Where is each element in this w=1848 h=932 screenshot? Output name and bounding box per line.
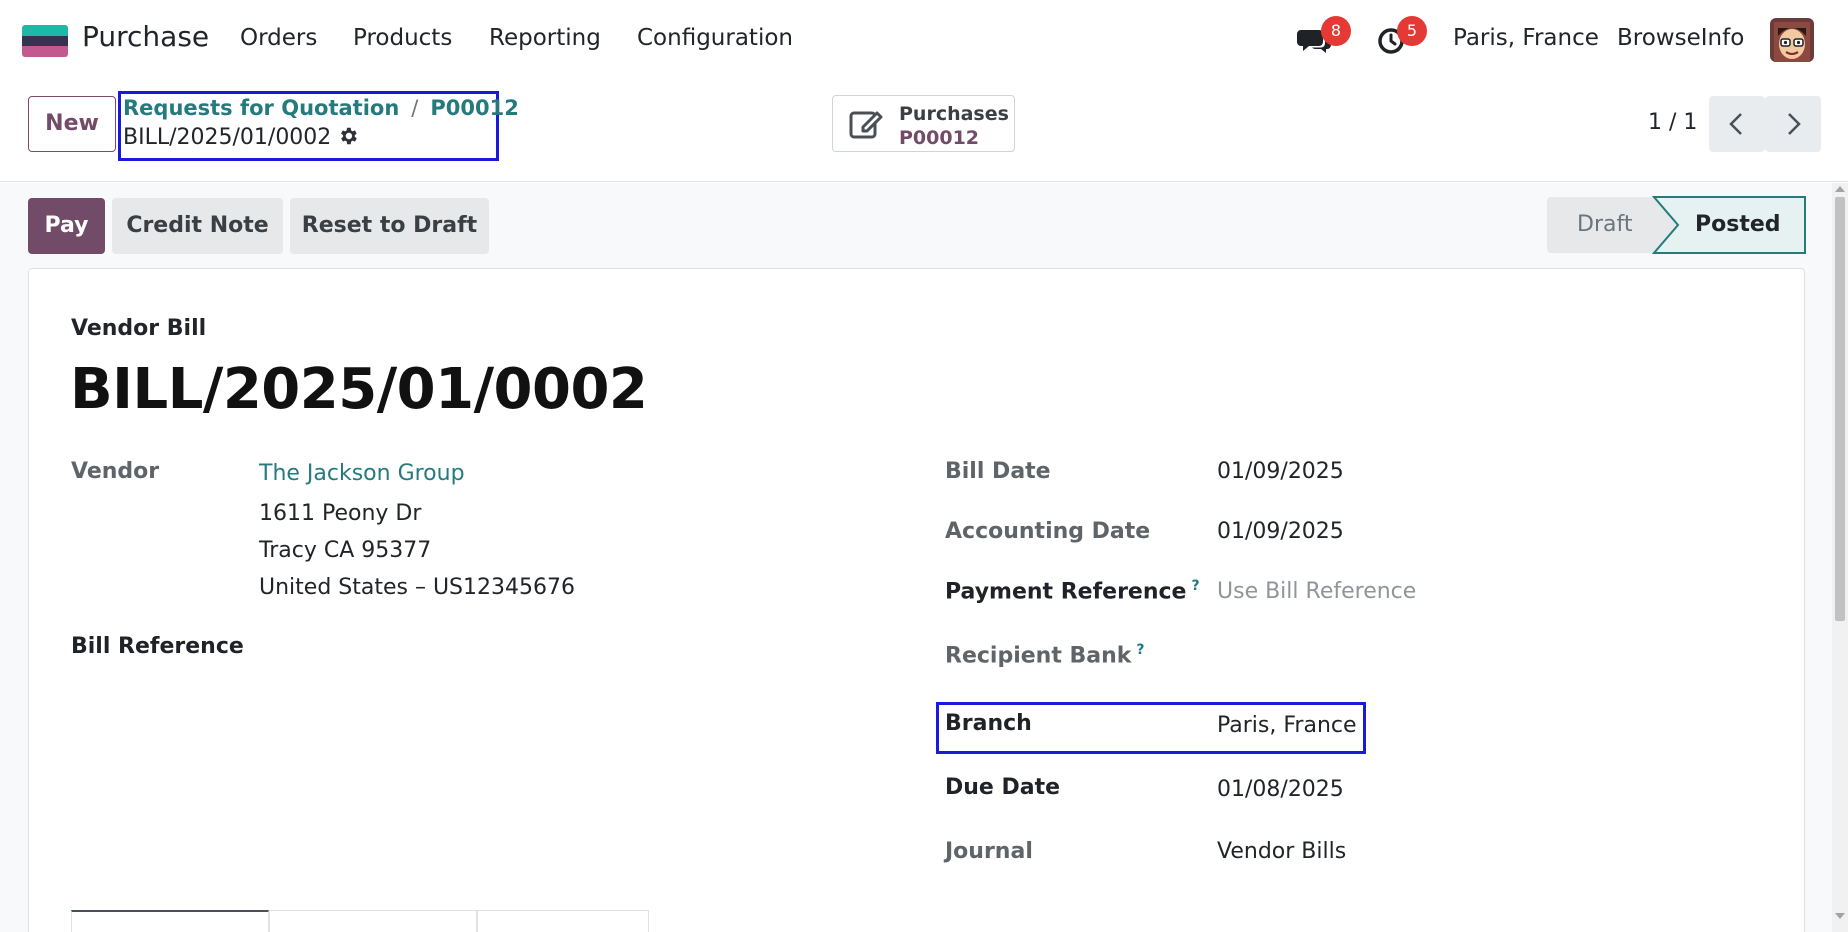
credit-note-button[interactable]: Credit Note: [112, 198, 283, 254]
journal-field[interactable]: Vendor Bills: [1217, 839, 1346, 864]
document-name: BILL/2025/01/0002: [70, 357, 648, 422]
payment-reference-help-icon[interactable]: ?: [1191, 578, 1199, 594]
vendor-address-line-1: 1611 Peony Dr: [259, 501, 422, 526]
pager-value[interactable]: 1 / 1: [1648, 110, 1697, 135]
due-date-field[interactable]: 01/08/2025: [1217, 777, 1344, 802]
recipient-bank-label: Recipient Bank?: [945, 642, 1145, 668]
chevron-right-icon: [1788, 113, 1801, 135]
breadcrumb: Requests for Quotation / P00012: [123, 96, 519, 120]
scrollbar-thumb[interactable]: [1835, 197, 1845, 621]
payment-reference-label-text: Payment Reference: [945, 579, 1187, 605]
bill-date-label: Bill Date: [945, 459, 1051, 484]
payment-reference-input[interactable]: Use Bill Reference: [1217, 579, 1416, 604]
app-name[interactable]: Purchase: [82, 20, 209, 53]
pager-previous-button[interactable]: [1709, 96, 1765, 152]
pay-button[interactable]: Pay: [28, 198, 105, 254]
control-panel: New Requests for Quotation / P00012 BILL/2…: [0, 80, 1848, 182]
bill-date-field[interactable]: 01/09/2025: [1217, 459, 1344, 484]
current-record-line: BILL/2025/01/0002: [123, 125, 359, 150]
form-statusbar: Pay Credit Note Reset to Draft Draft Pos…: [0, 183, 1832, 269]
menu-orders[interactable]: Orders: [240, 25, 317, 51]
breadcrumb-requests-for-quotation[interactable]: Requests for Quotation: [123, 96, 399, 120]
purchases-smart-button[interactable]: Purchases P00012: [832, 95, 1015, 152]
stage-posted[interactable]: Posted: [1654, 197, 1805, 253]
recipient-bank-input[interactable]: [1217, 638, 1777, 672]
document-type-label: Vendor Bill: [71, 316, 207, 341]
gear-icon[interactable]: [337, 125, 359, 147]
new-button[interactable]: New: [28, 96, 116, 152]
purchase-app-icon[interactable]: [22, 25, 68, 57]
smart-button-label: Purchases: [899, 103, 1009, 125]
smart-button-value: P00012: [899, 127, 980, 149]
branch-switcher[interactable]: Paris, France: [1453, 25, 1599, 51]
vendor-label: Vendor: [71, 459, 160, 484]
messages-count-badge: 8: [1321, 16, 1351, 46]
breadcrumb-po[interactable]: P00012: [430, 96, 518, 120]
menu-products[interactable]: Products: [353, 25, 452, 51]
reset-to-draft-button[interactable]: Reset to Draft: [290, 198, 489, 254]
journal-label: Journal: [945, 839, 1033, 864]
recipient-bank-label-text: Recipient Bank: [945, 643, 1132, 669]
breadcrumb-separator: /: [411, 96, 419, 120]
menu-configuration[interactable]: Configuration: [637, 25, 793, 51]
branch-field[interactable]: Paris, France: [1217, 713, 1357, 738]
accounting-date-field[interactable]: 01/09/2025: [1217, 519, 1344, 544]
chevron-left-icon: [1729, 113, 1742, 135]
vendor-address-line-3: United States – US12345676: [259, 575, 576, 600]
edit-document-icon: [849, 107, 885, 141]
top-navbar: Purchase Orders Products Reporting Confi…: [0, 0, 1848, 80]
notebook-tab-3[interactable]: [477, 910, 649, 932]
recipient-bank-help-icon[interactable]: ?: [1136, 642, 1144, 658]
scroll-up-arrow-icon[interactable]: [1835, 186, 1845, 192]
vendor-field[interactable]: The Jackson Group: [259, 461, 465, 486]
branch-label: Branch: [945, 711, 1032, 736]
bill-reference-label: Bill Reference: [71, 634, 244, 659]
notebook-tab-2[interactable]: [269, 910, 477, 932]
activities-count-badge: 5: [1397, 16, 1427, 46]
menu-reporting[interactable]: Reporting: [489, 25, 601, 51]
company-switcher[interactable]: BrowseInfo: [1617, 25, 1744, 51]
scroll-down-arrow-icon[interactable]: [1835, 913, 1845, 919]
vendor-address-line-2: Tracy CA 95377: [259, 538, 432, 563]
payment-reference-label: Payment Reference?: [945, 578, 1200, 604]
bill-reference-input[interactable]: [259, 630, 879, 664]
page-scrollbar[interactable]: [1832, 183, 1848, 932]
pager-next-button[interactable]: [1765, 96, 1821, 152]
notebook-tab-1[interactable]: [71, 910, 269, 932]
accounting-date-label: Accounting Date: [945, 519, 1151, 544]
user-avatar[interactable]: [1770, 18, 1814, 62]
due-date-label: Due Date: [945, 775, 1061, 800]
current-record-name: BILL/2025/01/0002: [123, 125, 332, 150]
